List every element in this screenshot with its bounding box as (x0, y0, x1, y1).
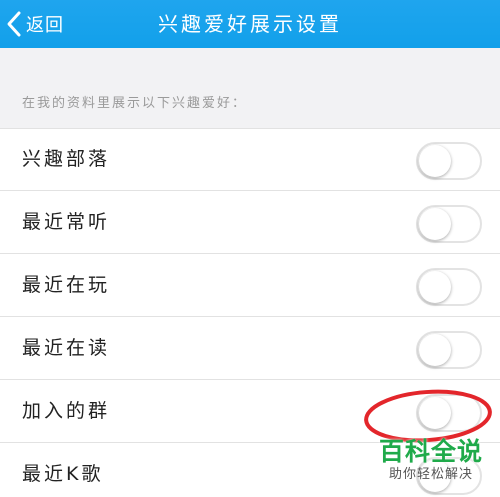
navigation-bar: 兴趣爱好展示设置 返回 (0, 0, 500, 48)
recent-playing-toggle[interactable] (416, 268, 482, 306)
toggle-knob (419, 271, 451, 303)
interest-tribe-toggle[interactable] (416, 142, 482, 180)
setting-label: 兴趣部落 (22, 148, 111, 170)
recent-listening-toggle[interactable] (416, 205, 482, 243)
watermark-title: 百科全说 (378, 437, 483, 466)
setting-row-recent-listening: 最近常听 (0, 191, 500, 254)
setting-label: 最近K歌 (22, 463, 104, 485)
setting-label: 最近在读 (22, 337, 111, 359)
setting-row-joined-groups: 加入的群 (0, 380, 500, 443)
setting-row-interest-tribe: 兴趣部落 (0, 128, 500, 191)
setting-label: 加入的群 (22, 400, 111, 422)
toggle-knob (419, 334, 451, 366)
settings-screen: 兴趣爱好展示设置 返回 在我的资料里展示以下兴趣爱好： 兴趣部落 最近常听 最近… (0, 0, 500, 497)
back-button[interactable]: 返回 (6, 5, 64, 43)
watermark-subtitle: 助你轻松解决 (388, 467, 473, 482)
section-hint: 在我的资料里展示以下兴趣爱好： (22, 96, 248, 111)
watermark-logo: 百科全说 助你轻松解决 (372, 437, 490, 483)
recent-reading-toggle[interactable] (416, 331, 482, 369)
chevron-left-icon (6, 10, 22, 38)
toggle-knob (419, 145, 451, 177)
back-label: 返回 (26, 15, 64, 36)
setting-row-recent-playing: 最近在玩 (0, 254, 500, 317)
joined-groups-toggle[interactable] (416, 394, 482, 432)
toggle-knob (419, 208, 451, 240)
page-title: 兴趣爱好展示设置 (158, 12, 342, 36)
toggle-knob (419, 397, 451, 429)
setting-label: 最近常听 (22, 211, 111, 233)
setting-label: 最近在玩 (22, 274, 111, 296)
setting-row-recent-reading: 最近在读 (0, 317, 500, 380)
